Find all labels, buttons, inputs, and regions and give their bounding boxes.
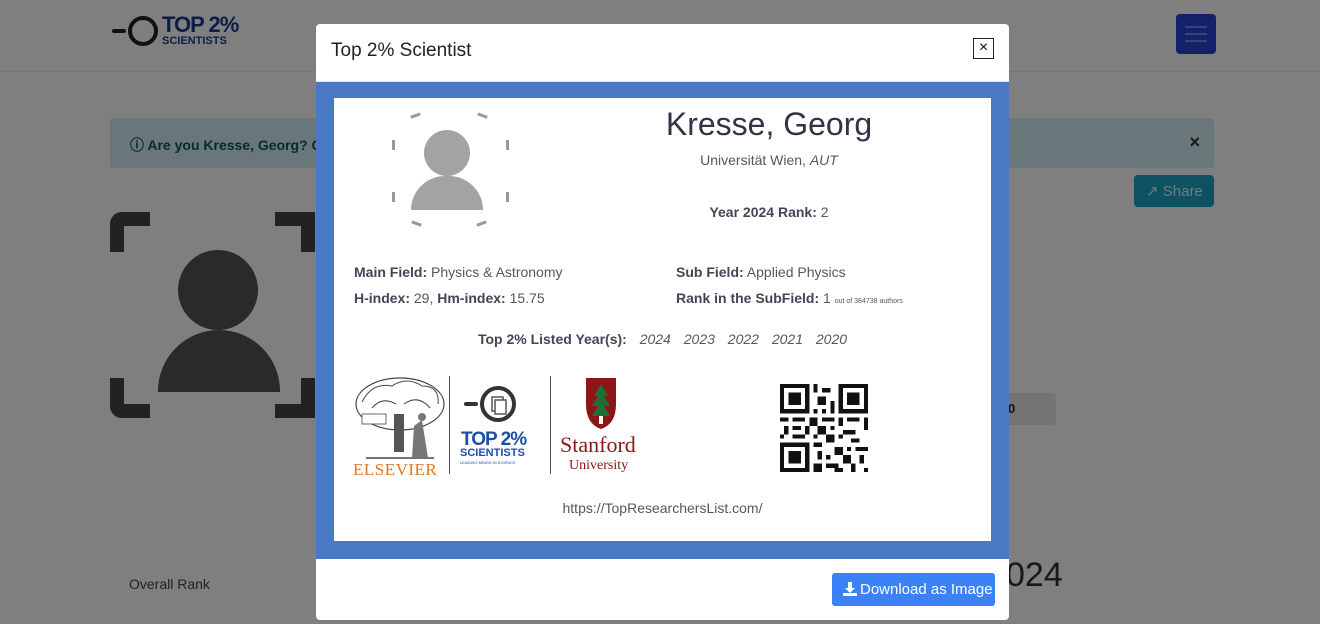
certificate-border: Kresse, Georg Universität Wien, AUT Year…: [316, 82, 1009, 559]
download-label: Download as Image: [860, 581, 993, 598]
scientist-avatar: [389, 112, 509, 230]
institution: Universität Wien,: [700, 152, 806, 168]
logo-divider: [550, 376, 551, 474]
avatar-frame-tick: [389, 192, 395, 202]
elsevier-logo: ELSEVIER: [353, 460, 438, 479]
scientist-modal: Top 2% Scientist × Kresse, Georg Univers…: [316, 24, 1009, 620]
main-field-value: Physics & Astronomy: [431, 264, 563, 280]
h-index: H-index: 29, Hm-index: 15.75: [354, 290, 545, 306]
main-field: Main Field: Physics & Astronomy: [354, 264, 563, 280]
top2-logo-tagline: LEADING MINDS IN SCIENCE: [460, 460, 516, 465]
top2-magnifier-icon: [464, 386, 516, 422]
country: AUT: [809, 152, 838, 168]
avatar-frame-tick: [503, 192, 509, 202]
sub-field-label: Sub Field:: [676, 264, 744, 280]
h-index-value: 29,: [413, 290, 434, 306]
site-url[interactable]: https://TopResearchersList.com/: [334, 500, 991, 516]
subfield-rank-value: 1: [823, 290, 831, 306]
subfield-rank-total: out of 384738 authors: [834, 298, 903, 305]
top2-logo-line2: SCIENTISTS: [460, 447, 525, 459]
main-field-label: Main Field:: [354, 264, 428, 280]
sub-field-value: Applied Physics: [746, 264, 846, 280]
stanford-logo: Stanford: [560, 432, 636, 457]
hm-index-label: Hm-index:: [437, 290, 506, 306]
avatar-frame-tick: [389, 140, 395, 150]
modal-title: Top 2% Scientist: [331, 40, 472, 61]
download-image-button[interactable]: Download as Image: [832, 573, 995, 606]
partner-logos: ELSEVIER TOP 2% SCIENTISTS LEADING MINDS…: [352, 374, 648, 479]
download-icon: [843, 582, 857, 596]
listed-years: Top 2% Listed Year(s): 2024 2023 2022 20…: [334, 331, 991, 347]
listed-year: 2023: [683, 331, 715, 347]
hm-index-value: 15.75: [509, 290, 545, 306]
certificate-card: Kresse, Georg Universität Wien, AUT Year…: [334, 98, 991, 541]
subfield-rank: Rank in the SubField: 1 out of 384738 au…: [676, 290, 903, 306]
year-rank: Year 2024 Rank: 2: [624, 204, 914, 220]
listed-year: 2022: [727, 331, 759, 347]
scientist-name: Kresse, Georg: [665, 106, 873, 142]
year-rank-label: Year 2024 Rank:: [709, 204, 817, 220]
listed-year: 2024: [639, 331, 671, 347]
avatar-frame-tick: [410, 220, 422, 230]
avatar-head-icon: [424, 130, 470, 176]
avatar-frame-tick: [476, 220, 488, 230]
avatar-frame-tick: [410, 112, 422, 122]
modal-header: Top 2% Scientist ×: [316, 24, 1009, 82]
logo-divider: [449, 376, 450, 474]
stanford-tree-icon: [586, 378, 616, 429]
h-index-label: H-index:: [354, 290, 410, 306]
year-rank-value: 2: [820, 204, 829, 220]
listed-year: 2020: [815, 331, 848, 347]
listed-years-label: Top 2% Listed Year(s):: [477, 331, 627, 347]
avatar-body-icon: [411, 176, 483, 210]
avatar-frame-tick: [503, 140, 509, 150]
avatar-frame-tick: [476, 112, 488, 122]
stanford-university-text: University: [569, 458, 629, 473]
sub-field: Sub Field: Applied Physics: [676, 264, 846, 280]
listed-year: 2021: [771, 331, 803, 347]
subfield-rank-label: Rank in the SubField:: [676, 290, 820, 306]
qr-code-icon[interactable]: [780, 384, 868, 472]
scientist-affiliation: Universität Wien, AUT: [624, 152, 914, 168]
elsevier-tree-icon: [355, 377, 445, 459]
modal-close-button[interactable]: ×: [973, 38, 994, 59]
